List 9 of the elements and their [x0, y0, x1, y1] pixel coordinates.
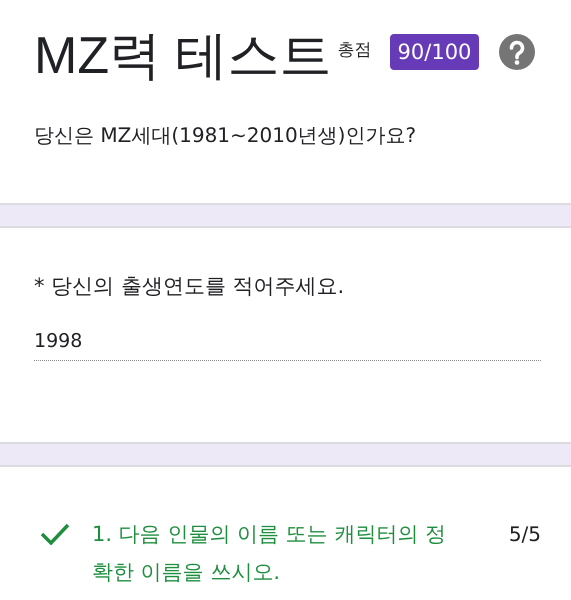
help-icon[interactable]: [499, 34, 536, 70]
score-badge: 90/100: [390, 34, 480, 70]
points-label: 5/5: [508, 521, 541, 548]
answer-field: 1998: [34, 330, 541, 361]
form-title: MZ력 테스트: [34, 26, 332, 86]
form-description: 당신은 MZ세대(1981~2010년생)인가요?: [34, 122, 418, 149]
score-label: 총점: [338, 38, 372, 60]
question-label: * 당신의 출생연도를 적어주세요.: [34, 273, 346, 300]
question-text: 1. 다음 인물의 이름 또는 캐릭터의 정확한 이름을 쓰시오.: [92, 521, 448, 586]
